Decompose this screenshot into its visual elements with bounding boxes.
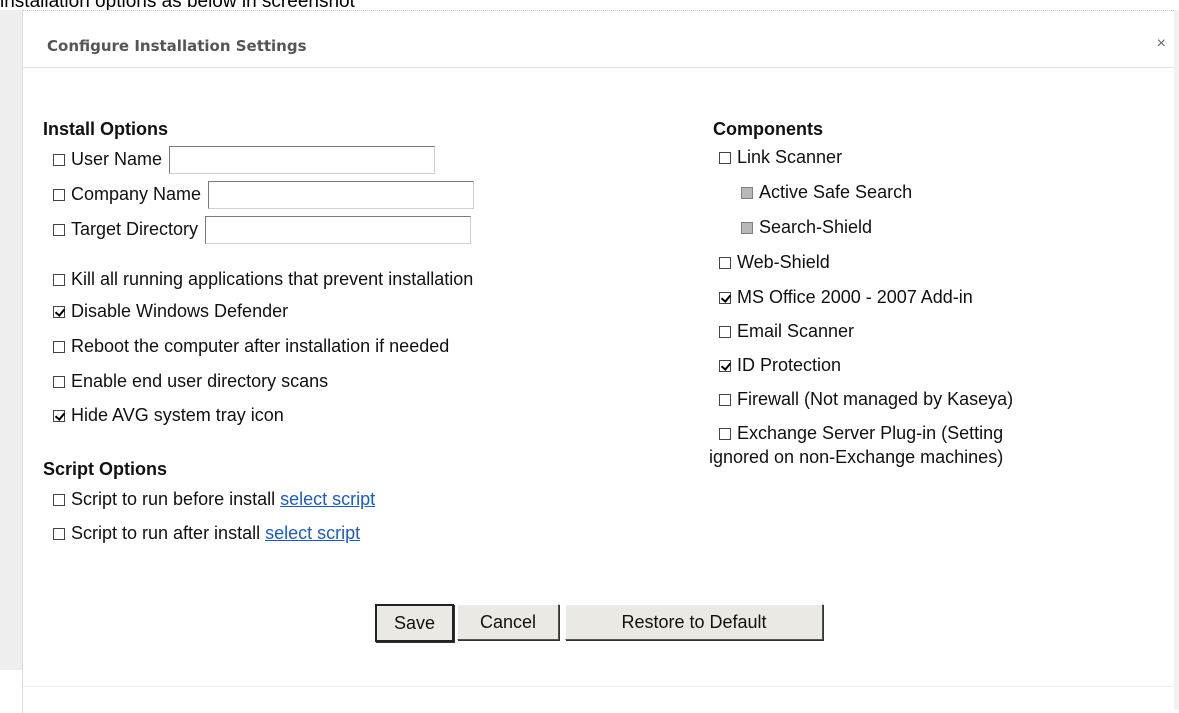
install-option-checkbox[interactable] <box>53 376 65 388</box>
company-name-label: Company Name <box>71 183 202 204</box>
user-name-checkbox[interactable] <box>53 153 65 166</box>
target-directory-input[interactable] <box>205 216 472 244</box>
component-checkbox[interactable] <box>719 257 731 269</box>
component-label: Link Scanner <box>737 147 843 167</box>
install-option-checkbox[interactable] <box>53 274 65 286</box>
select-script-before-link[interactable]: select script <box>280 489 375 509</box>
component-row[interactable]: ID Protection <box>719 354 841 376</box>
company-name-row: Company Name <box>53 181 475 209</box>
user-name-row: User Name <box>53 146 436 174</box>
script-before-label: Script to run before install <box>71 489 276 509</box>
script-options-heading: Script Options <box>43 459 168 479</box>
background-page-strip <box>0 10 22 670</box>
user-name-label: User Name <box>71 148 163 169</box>
install-option-row[interactable]: Kill all running applications that preve… <box>53 268 473 290</box>
component-label: Search-Shield <box>759 217 873 237</box>
component-row: Active Safe Search <box>741 181 912 203</box>
install-option-checkbox[interactable] <box>53 306 65 318</box>
target-directory-label: Target Directory <box>71 218 199 239</box>
component-label: Email Scanner <box>737 321 855 341</box>
component-label: MS Office 2000 - 2007 Add-in <box>737 287 973 307</box>
component-row[interactable]: Web-Shield <box>719 251 830 273</box>
install-option-row[interactable]: Reboot the computer after installation i… <box>53 335 449 357</box>
dialog-titlebar: Configure Installation Settings × <box>23 10 1174 68</box>
component-checkbox[interactable] <box>719 394 731 406</box>
install-option-label: Disable Windows Defender <box>71 301 289 321</box>
component-label: ID Protection <box>737 355 842 375</box>
component-checkbox <box>741 187 753 199</box>
exchange-plugin-checkbox[interactable] <box>719 428 731 440</box>
component-checkbox[interactable] <box>719 326 731 338</box>
exchange-plugin-label-line2: ignored on non-Exchange machines) <box>709 447 1004 467</box>
component-checkbox[interactable] <box>719 360 731 372</box>
install-option-checkbox[interactable] <box>53 410 65 422</box>
company-name-checkbox[interactable] <box>53 188 65 201</box>
component-label: Firewall (Not managed by Kaseya) <box>737 389 1014 409</box>
script-after-row: Script to run after install select scrip… <box>53 522 360 544</box>
configure-installation-dialog: Configure Installation Settings × Instal… <box>22 10 1174 713</box>
script-before-row: Script to run before install select scri… <box>53 488 375 510</box>
script-after-label: Script to run after install <box>71 523 261 543</box>
install-option-label: Kill all running applications that preve… <box>71 269 474 289</box>
install-option-row[interactable]: Hide AVG system tray icon <box>53 404 284 426</box>
cancel-button[interactable]: Cancel <box>457 604 559 640</box>
company-name-input[interactable] <box>208 181 475 209</box>
target-directory-checkbox[interactable] <box>53 223 65 236</box>
component-label: Active Safe Search <box>759 182 913 202</box>
component-row[interactable]: Firewall (Not managed by Kaseya) <box>719 388 1013 410</box>
script-before-checkbox[interactable] <box>53 494 65 506</box>
install-option-row[interactable]: Disable Windows Defender <box>53 300 288 322</box>
component-checkbox[interactable] <box>719 152 731 164</box>
target-directory-row: Target Directory <box>53 216 472 244</box>
component-row[interactable]: MS Office 2000 - 2007 Add-in <box>719 286 973 308</box>
dialog-footer-divider <box>23 686 1174 687</box>
component-row: Search-Shield <box>741 216 872 238</box>
restore-default-button[interactable]: Restore to Default <box>565 604 823 640</box>
component-checkbox[interactable] <box>719 292 731 304</box>
components-heading: Components <box>713 119 823 139</box>
install-option-label: Enable end user directory scans <box>71 371 329 391</box>
exchange-plugin-label-line1: Exchange Server Plug-in (Setting <box>737 423 1004 443</box>
save-button[interactable]: Save <box>375 604 454 642</box>
install-options-heading: Install Options <box>43 119 169 139</box>
dialog-title: Configure Installation Settings <box>47 37 307 55</box>
install-option-row[interactable]: Enable end user directory scans <box>53 370 328 392</box>
exchange-plugin-row[interactable]: Exchange Server Plug-in (Setting <box>719 422 1003 444</box>
script-after-checkbox[interactable] <box>53 528 65 540</box>
component-label: Web-Shield <box>737 252 830 272</box>
select-script-after-link[interactable]: select script <box>265 523 360 543</box>
install-option-checkbox[interactable] <box>53 341 65 353</box>
close-icon[interactable]: × <box>1157 35 1166 53</box>
component-row[interactable]: Link Scanner <box>719 146 842 168</box>
install-option-label: Hide AVG system tray icon <box>71 405 284 425</box>
component-checkbox <box>741 222 753 234</box>
user-name-input[interactable] <box>169 146 436 174</box>
component-row[interactable]: Email Scanner <box>719 320 854 342</box>
install-option-label: Reboot the computer after installation i… <box>71 336 450 356</box>
